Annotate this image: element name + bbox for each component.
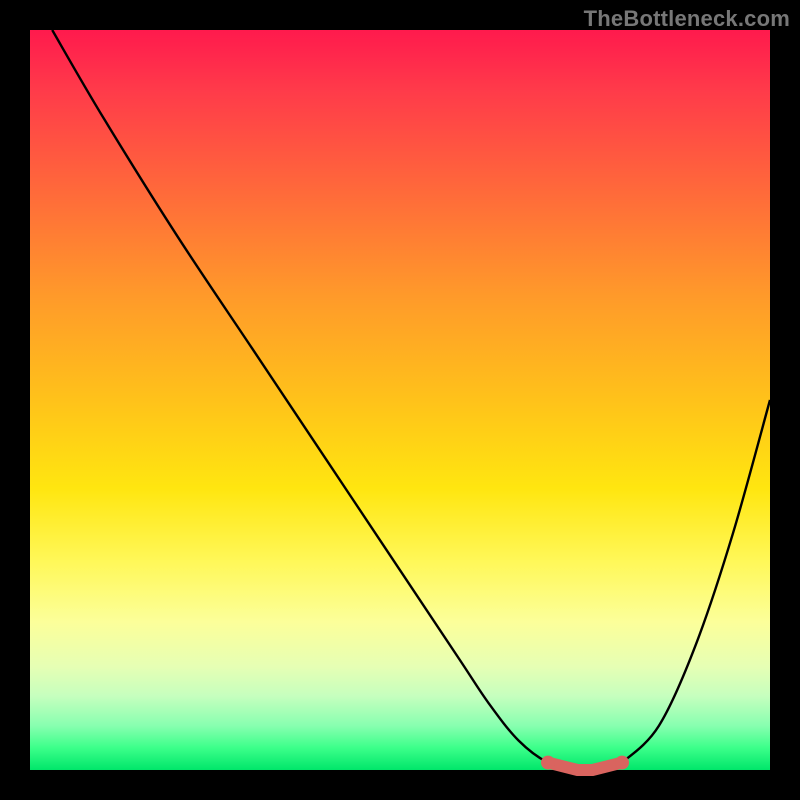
minimum-endpoint bbox=[541, 756, 555, 770]
plot-area bbox=[30, 30, 770, 770]
chart-frame: TheBottleneck.com bbox=[0, 0, 800, 800]
watermark-text: TheBottleneck.com bbox=[584, 6, 790, 32]
minimum-band bbox=[548, 763, 622, 770]
flat-minimum-highlight bbox=[541, 756, 629, 770]
bottleneck-curve bbox=[52, 30, 770, 771]
chart-svg bbox=[30, 30, 770, 770]
minimum-endpoint bbox=[615, 756, 629, 770]
